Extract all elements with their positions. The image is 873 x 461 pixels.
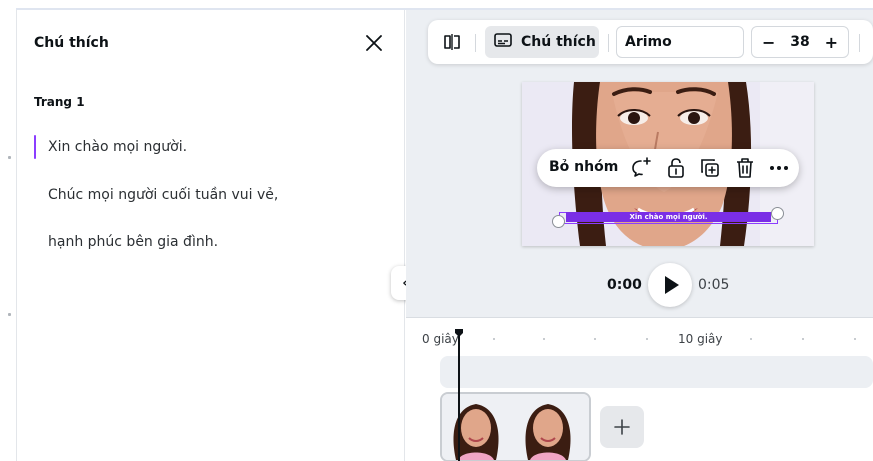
captions-button-label: Chú thích (521, 34, 596, 50)
element-context-menu: Bỏ nhóm (537, 149, 799, 187)
ungroup-button[interactable]: Bỏ nhóm (549, 159, 618, 175)
gutter-marker (8, 313, 11, 316)
timeline-tick (802, 338, 804, 340)
timeline-tick (493, 338, 495, 340)
timeline-tick (750, 338, 752, 340)
captions-panel: Chú thích Trang 1 Xin chào mọi người. Ch… (17, 10, 405, 461)
timeline-tick (854, 338, 856, 340)
active-caption-indicator (34, 135, 36, 159)
close-icon[interactable] (363, 32, 385, 54)
page-label: Trang 1 (34, 95, 85, 109)
flip-icon[interactable] (436, 26, 468, 58)
captions-button[interactable]: Chú thích (485, 26, 599, 58)
add-comment-icon[interactable] (629, 156, 653, 180)
decrease-font-size-button[interactable]: − (762, 33, 775, 52)
video-clip[interactable] (440, 392, 591, 461)
more-options-icon[interactable] (767, 156, 791, 180)
plus-icon (614, 419, 630, 435)
timeline-tick (646, 338, 648, 340)
font-family-dropdown[interactable]: Arimo (616, 26, 744, 58)
playback-controls: 0:00 0:05 (406, 262, 873, 308)
timeline: 0 giây 10 giây (406, 317, 873, 461)
selected-caption-text[interactable]: Xin chào mọi người. (566, 212, 771, 222)
captions-icon (493, 31, 513, 53)
playhead[interactable] (458, 331, 460, 461)
font-size-stepper: − + (751, 26, 849, 58)
duplicate-icon[interactable] (698, 156, 722, 180)
play-button[interactable] (648, 263, 692, 307)
play-icon (665, 276, 679, 294)
toolbar-divider (608, 34, 609, 52)
editor-toolbar: Chú thích Arimo − + (428, 20, 873, 64)
add-clip-button[interactable] (600, 406, 644, 448)
caption-track[interactable] (440, 356, 873, 388)
left-gutter (0, 10, 17, 461)
resize-handle-right[interactable] (771, 207, 784, 220)
current-time: 0:00 (607, 277, 642, 293)
trash-icon[interactable] (733, 156, 757, 180)
resize-handle-left[interactable] (552, 215, 565, 228)
panel-title: Chú thích (34, 35, 109, 51)
gutter-marker (8, 156, 11, 159)
timeline-tick (594, 338, 596, 340)
toolbar-divider (475, 34, 476, 52)
playhead-handle[interactable] (454, 323, 464, 337)
lock-icon[interactable] (664, 156, 688, 180)
total-duration: 0:05 (698, 277, 730, 293)
font-size-input[interactable] (785, 34, 815, 50)
timeline-tick (543, 338, 545, 340)
timeline-label-mid: 10 giây (678, 332, 723, 346)
increase-font-size-button[interactable]: + (825, 33, 838, 52)
caption-line[interactable]: Xin chào mọi người. (48, 139, 187, 155)
clip-thumbnails (442, 394, 589, 460)
caption-line[interactable]: hạnh phúc bên gia đình. (48, 234, 218, 250)
caption-line[interactable]: Chúc mọi người cuối tuần vui vẻ, (48, 187, 278, 203)
toolbar-divider (859, 34, 860, 52)
